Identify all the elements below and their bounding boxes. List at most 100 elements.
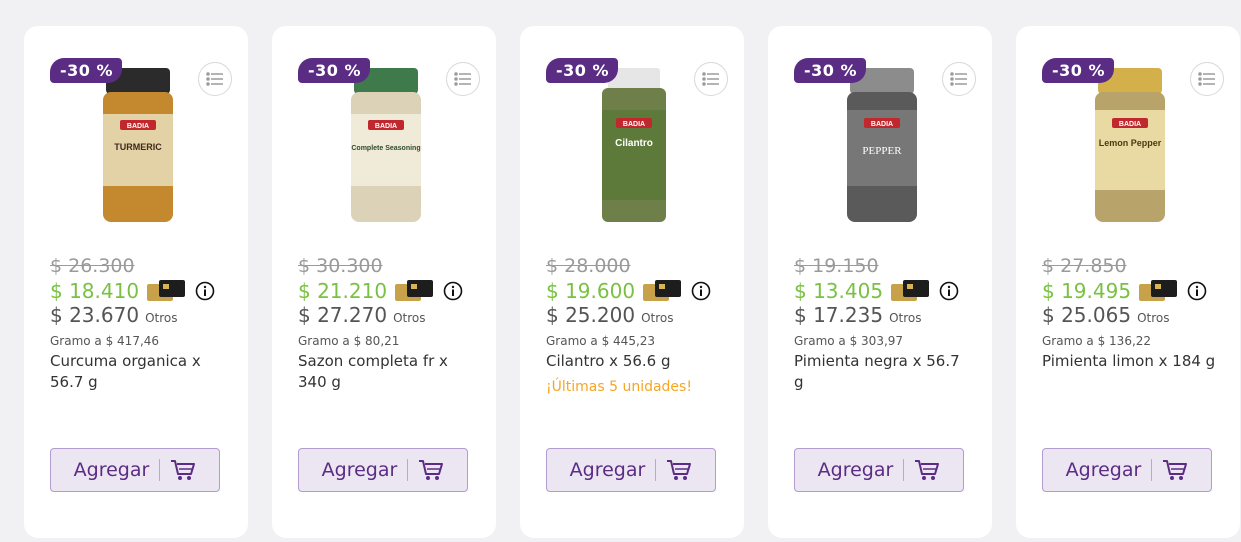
button-divider	[159, 459, 161, 481]
product-image[interactable]: BADIA TURMERIC	[100, 66, 176, 224]
payment-card-icon	[643, 280, 682, 301]
card-price: $ 19.495	[1042, 279, 1132, 303]
payment-card-icon	[395, 280, 434, 301]
add-to-cart-button[interactable]: Agregar	[1042, 448, 1212, 492]
product-card[interactable]: -30 % BADIA PEPPER $ 19.150 $ 13.405 $ 1…	[768, 26, 992, 538]
add-button-label: Agregar	[73, 459, 150, 481]
list-menu-button[interactable]	[446, 62, 480, 96]
old-price: $ 19.150	[794, 255, 879, 277]
card-price: $ 19.600	[546, 279, 636, 303]
add-to-cart-button[interactable]: Agregar	[546, 448, 716, 492]
list-menu-icon	[454, 72, 471, 86]
product-card[interactable]: -30 % BADIA TURMERIC $ 26.300 $ 18.410 $…	[24, 26, 248, 538]
button-divider	[655, 459, 657, 481]
discount-badge: -30 %	[794, 58, 867, 83]
card-price-row: $ 19.600	[546, 279, 711, 303]
old-price: $ 27.850	[1042, 255, 1127, 277]
product-name[interactable]: Sazon completa fr x 340 g	[298, 351, 474, 393]
other-price: $ 23.670	[50, 303, 140, 327]
jar-title: TURMERIC	[114, 142, 162, 152]
unit-price: Gramo a $ 417,46	[50, 334, 160, 348]
payment-card-icon	[147, 280, 186, 301]
jar-title: Complete Seasoning	[351, 145, 420, 152]
jar-title: Lemon Pepper	[1099, 138, 1162, 148]
card-price-row: $ 18.410	[50, 279, 215, 303]
old-price: $ 28.000	[546, 255, 631, 277]
cart-icon	[171, 460, 196, 480]
info-icon[interactable]	[443, 281, 463, 301]
other-price-label: Otros	[145, 311, 178, 325]
add-button-label: Agregar	[569, 459, 646, 481]
product-image[interactable]: BADIA Lemon Pepper	[1092, 66, 1168, 224]
other-price-row: $ 23.670 Otros	[50, 303, 177, 327]
old-price: $ 30.300	[298, 255, 383, 277]
product-image[interactable]: BADIA Cilantro	[596, 66, 672, 224]
button-divider	[903, 459, 905, 481]
unit-price: Gramo a $ 136,22	[1042, 334, 1152, 348]
card-price: $ 13.405	[794, 279, 884, 303]
card-price-row: $ 21.210	[298, 279, 463, 303]
list-menu-icon	[702, 72, 719, 86]
cart-icon	[419, 460, 444, 480]
product-name[interactable]: Pimienta negra x 56.7 g	[794, 351, 970, 393]
other-price: $ 25.065	[1042, 303, 1132, 327]
jar-brand: BADIA	[623, 121, 645, 128]
product-name[interactable]: Pimienta limon x 184 g	[1042, 351, 1218, 372]
jar-brand: BADIA	[375, 123, 397, 130]
list-menu-button[interactable]	[1190, 62, 1224, 96]
add-button-label: Agregar	[1065, 459, 1142, 481]
other-price: $ 27.270	[298, 303, 388, 327]
other-price-label: Otros	[393, 311, 426, 325]
jar-title: PEPPER	[862, 145, 902, 157]
payment-card-icon	[1139, 280, 1178, 301]
product-carousel: -30 % BADIA TURMERIC $ 26.300 $ 18.410 $…	[0, 0, 1241, 542]
other-price-row: $ 25.065 Otros	[1042, 303, 1169, 327]
list-menu-icon	[950, 72, 967, 86]
product-name[interactable]: Curcuma organica x 56.7 g	[50, 351, 226, 393]
other-price-label: Otros	[889, 311, 922, 325]
discount-badge: -30 %	[298, 58, 371, 83]
product-image[interactable]: BADIA PEPPER	[844, 66, 920, 224]
jar-brand: BADIA	[127, 123, 149, 130]
other-price-row: $ 17.235 Otros	[794, 303, 921, 327]
jar-brand: BADIA	[1119, 121, 1141, 128]
unit-price: Gramo a $ 80,21	[298, 334, 400, 348]
product-card[interactable]: -30 % BADIA Cilantro $ 28.000 $ 19.600 $…	[520, 26, 744, 538]
card-price: $ 18.410	[50, 279, 140, 303]
old-price: $ 26.300	[50, 255, 135, 277]
info-icon[interactable]	[939, 281, 959, 301]
info-icon[interactable]	[691, 281, 711, 301]
list-menu-button[interactable]	[694, 62, 728, 96]
list-menu-button[interactable]	[198, 62, 232, 96]
cart-icon	[1163, 460, 1188, 480]
jar-title: Cilantro	[615, 138, 653, 149]
info-icon[interactable]	[195, 281, 215, 301]
list-menu-icon	[1198, 72, 1215, 86]
cart-icon	[915, 460, 940, 480]
product-card[interactable]: -30 % BADIA Complete Seasoning $ 30.300 …	[272, 26, 496, 538]
add-button-label: Agregar	[321, 459, 398, 481]
unit-price: Gramo a $ 303,97	[794, 334, 904, 348]
add-to-cart-button[interactable]: Agregar	[298, 448, 468, 492]
card-price-row: $ 19.495	[1042, 279, 1207, 303]
jar-brand: BADIA	[871, 121, 893, 128]
other-price-row: $ 25.200 Otros	[546, 303, 673, 327]
list-menu-button[interactable]	[942, 62, 976, 96]
other-price: $ 25.200	[546, 303, 636, 327]
cart-icon	[667, 460, 692, 480]
discount-badge: -30 %	[1042, 58, 1115, 83]
card-price: $ 21.210	[298, 279, 388, 303]
button-divider	[407, 459, 409, 481]
product-name[interactable]: Cilantro x 56.6 g	[546, 351, 722, 372]
info-icon[interactable]	[1187, 281, 1207, 301]
card-price-row: $ 13.405	[794, 279, 959, 303]
discount-badge: -30 %	[546, 58, 619, 83]
add-to-cart-button[interactable]: Agregar	[794, 448, 964, 492]
product-card[interactable]: -30 % BADIA Lemon Pepper $ 27.850 $ 19.4…	[1016, 26, 1240, 538]
payment-card-icon	[891, 280, 930, 301]
list-menu-icon	[206, 72, 223, 86]
other-price-label: Otros	[641, 311, 674, 325]
add-to-cart-button[interactable]: Agregar	[50, 448, 220, 492]
button-divider	[1151, 459, 1153, 481]
product-image[interactable]: BADIA Complete Seasoning	[348, 66, 424, 224]
